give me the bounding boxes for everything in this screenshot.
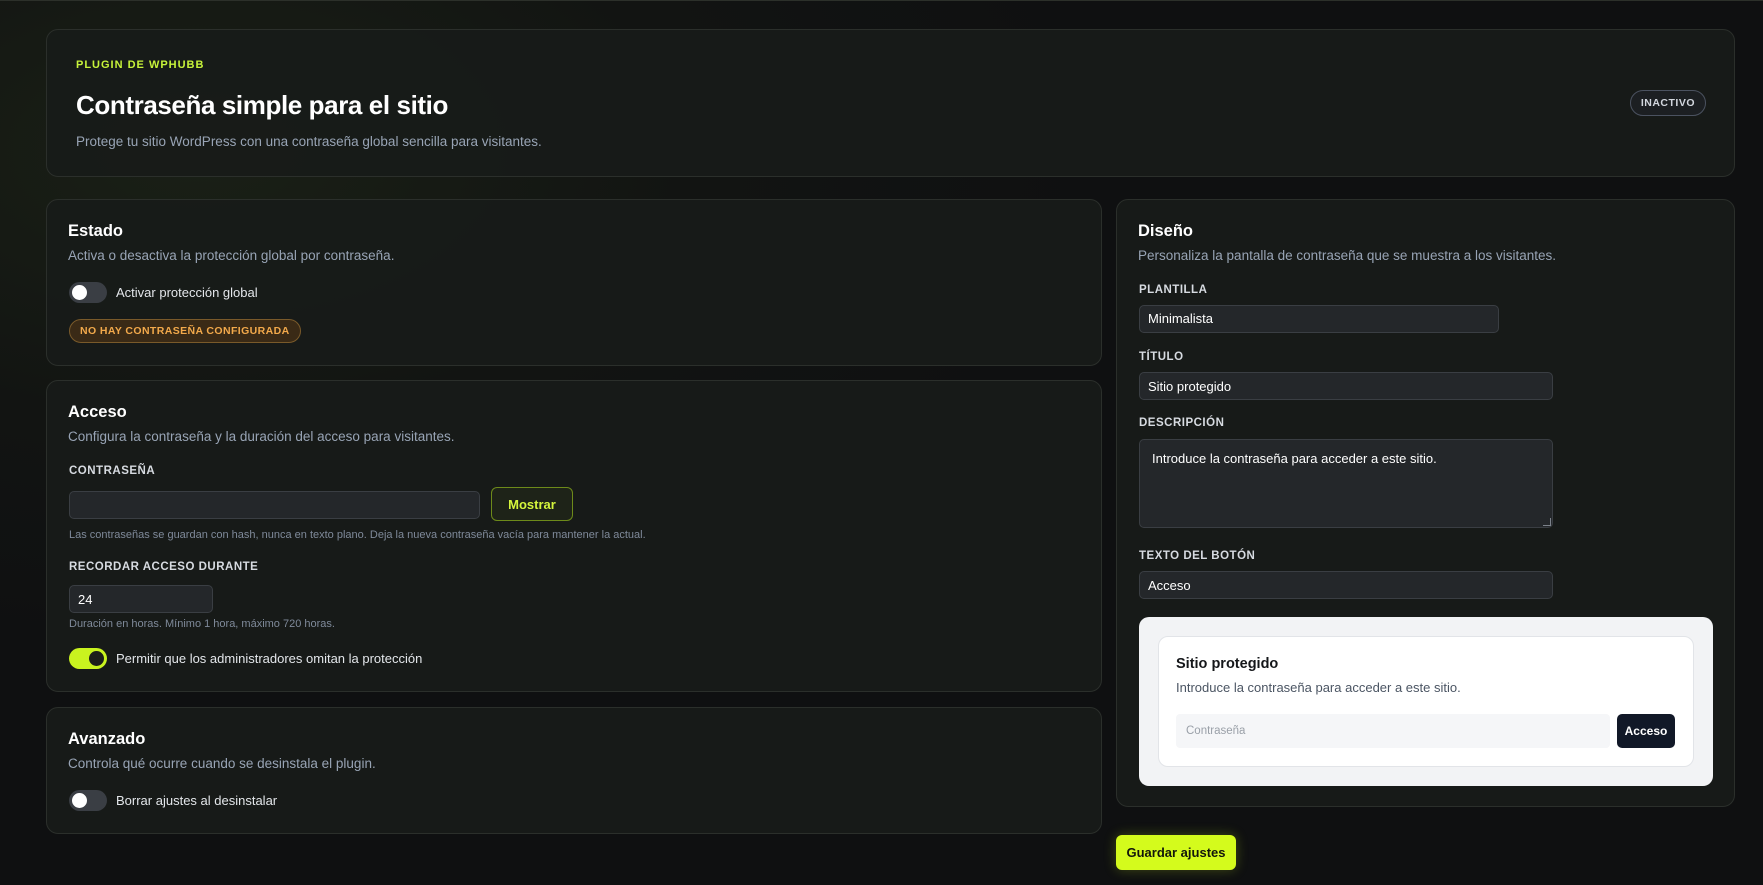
login-preview: Sitio protegido Introduce la contraseña … [1139, 617, 1713, 786]
plugin-eyebrow: PLUGIN DE WPHUBB [76, 59, 205, 71]
diseno-title: Diseño [1138, 222, 1194, 240]
template-label: PLANTILLA [1139, 284, 1208, 296]
title-input[interactable] [1139, 372, 1553, 400]
estado-card: Estado Activa o desactiva la protección … [46, 199, 1102, 366]
template-select[interactable]: Minimalista [1139, 305, 1499, 333]
acceso-card: Acceso Configura la contraseña y la dura… [46, 380, 1102, 692]
no-password-warning-badge: NO HAY CONTRASEÑA CONFIGURADA [69, 319, 301, 343]
login-preview-card: Sitio protegido Introduce la contraseña … [1158, 636, 1694, 767]
toggle-knob [72, 285, 87, 300]
delete-on-uninstall-label: Borrar ajustes al desinstalar [116, 793, 278, 808]
global-protection-label: Activar protección global [116, 285, 258, 300]
toggle-knob [89, 651, 104, 666]
page-title: Contraseña simple para el sitio [76, 90, 448, 120]
admin-bypass-label: Permitir que los administradores omitan … [116, 651, 423, 666]
password-input[interactable] [69, 491, 480, 519]
acceso-title: Acceso [68, 403, 127, 421]
show-password-button[interactable]: Mostrar [491, 487, 573, 521]
estado-title: Estado [68, 222, 124, 240]
avanzado-title: Avanzado [68, 730, 146, 748]
password-hint: Las contraseñas se guardan con hash, nun… [69, 529, 646, 541]
description-label: DESCRIPCIÓN [1139, 417, 1225, 429]
button-text-label: TEXTO DEL BOTÓN [1139, 550, 1256, 562]
avanzado-description: Controla qué ocurre cuando se desinstala… [68, 756, 376, 771]
preview-title: Sitio protegido [1176, 656, 1279, 672]
avanzado-card: Avanzado Controla qué ocurre cuando se d… [46, 707, 1102, 834]
status-badge: INACTIVO [1629, 90, 1706, 116]
estado-description: Activa o desactiva la protección global … [68, 248, 395, 263]
diseno-card: Diseño Personaliza la pantalla de contra… [1116, 199, 1735, 807]
preview-description: Introduce la contraseña para acceder a e… [1176, 680, 1461, 695]
global-protection-toggle[interactable] [69, 282, 107, 303]
admin-bypass-toggle[interactable] [69, 648, 107, 669]
title-label: TÍTULO [1139, 351, 1184, 363]
delete-on-uninstall-toggle[interactable] [69, 790, 107, 811]
password-label: CONTRASEÑA [69, 465, 156, 477]
page-subtitle: Protege tu sitio WordPress con una contr… [76, 134, 542, 149]
top-border [0, 0, 1763, 1]
resize-grip-icon[interactable] [1543, 518, 1551, 526]
remember-hint: Duración en horas. Mínimo 1 hora, máximo… [69, 618, 335, 630]
preview-access-button[interactable]: Acceso [1617, 714, 1675, 748]
acceso-description: Configura la contraseña y la duración de… [68, 429, 455, 444]
diseno-description: Personaliza la pantalla de contraseña qu… [1138, 248, 1556, 263]
save-settings-button[interactable]: Guardar ajustes [1116, 835, 1236, 870]
button-text-input[interactable] [1139, 571, 1553, 599]
remember-hours-input[interactable] [69, 585, 213, 613]
plugin-header-card: PLUGIN DE WPHUBB Contraseña simple para … [46, 29, 1735, 177]
toggle-knob [72, 793, 87, 808]
remember-label: RECORDAR ACCESO DURANTE [69, 561, 259, 573]
description-textarea[interactable]: Introduce la contraseña para acceder a e… [1139, 439, 1553, 528]
preview-password-input[interactable] [1176, 714, 1610, 748]
